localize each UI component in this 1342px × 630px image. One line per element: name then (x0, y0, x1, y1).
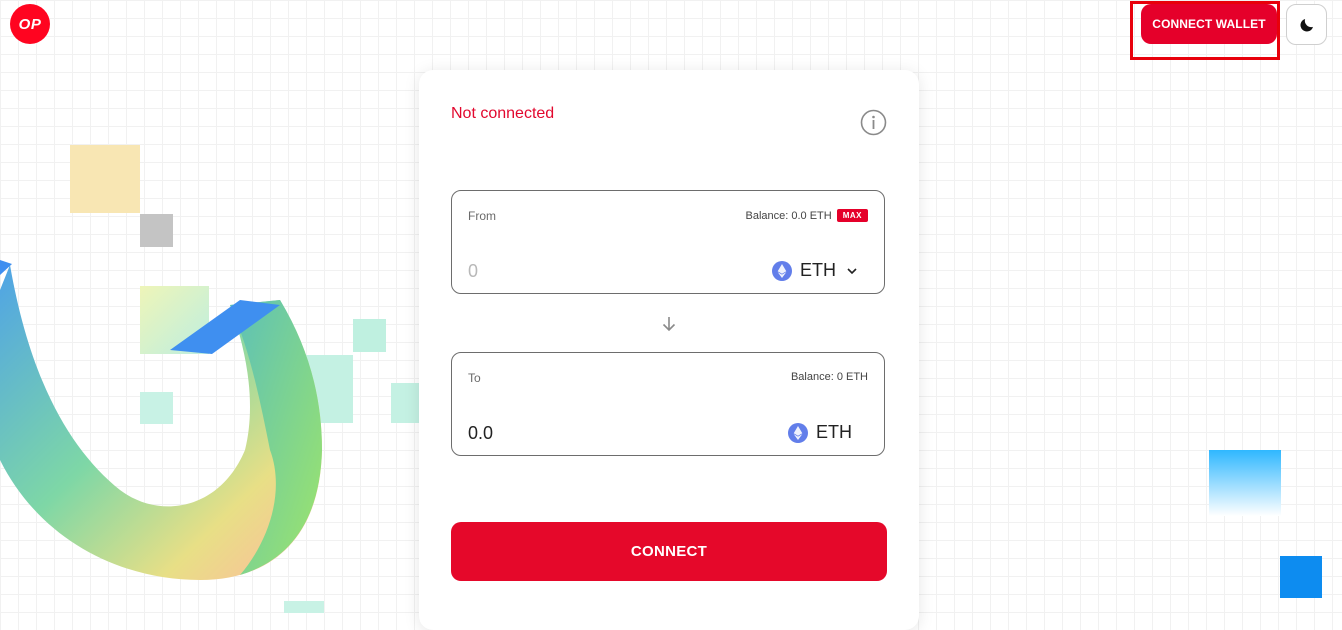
bridge-card: Not connected From Balance: 0.0 ETH MAX … (419, 70, 919, 630)
decor-square-mint (353, 319, 386, 352)
connection-status: Not connected (451, 105, 555, 122)
arrow-down-icon (662, 317, 676, 332)
decor-square-gray (140, 214, 173, 247)
to-panel: To Balance: 0 ETH 0.0 ETH (451, 352, 885, 456)
from-amount-input[interactable]: 0 (468, 261, 478, 282)
decor-3d-ribbon (0, 260, 322, 580)
decor-square-yellow (70, 145, 140, 213)
from-token-symbol: ETH (800, 260, 836, 280)
op-logo[interactable]: OP (10, 4, 50, 44)
decor-square-blue-fade (1209, 450, 1281, 516)
from-balance-text: Balance: 0.0 ETH (745, 209, 832, 222)
decor-square-mint (284, 601, 324, 613)
max-button[interactable]: MAX (836, 209, 868, 222)
from-panel: From Balance: 0.0 ETH MAX 0 ETH (451, 190, 885, 294)
moon-icon (1299, 18, 1313, 32)
to-balance: Balance: 0 ETH (791, 371, 868, 383)
to-token: ETH (788, 422, 852, 443)
ethereum-icon (772, 260, 792, 281)
chevron-down-icon (847, 267, 857, 274)
to-label: To (468, 371, 481, 385)
to-token-symbol: ETH (816, 422, 852, 442)
theme-toggle-button[interactable] (1286, 4, 1327, 45)
to-amount: 0.0 (468, 423, 494, 443)
connect-button[interactable]: CONNECT (451, 522, 887, 581)
from-balance: Balance: 0.0 ETH MAX (745, 209, 868, 222)
connect-wallet-button[interactable]: CONNECT WALLET (1141, 4, 1277, 44)
from-label: From (468, 209, 496, 223)
ethereum-icon (788, 422, 808, 443)
decor-square-blue (1280, 556, 1322, 598)
from-token-selector[interactable]: ETH (772, 260, 858, 281)
info-icon[interactable] (860, 109, 887, 136)
decor-square-mint (391, 383, 419, 423)
to-balance-text: Balance: 0 ETH (790, 371, 868, 383)
